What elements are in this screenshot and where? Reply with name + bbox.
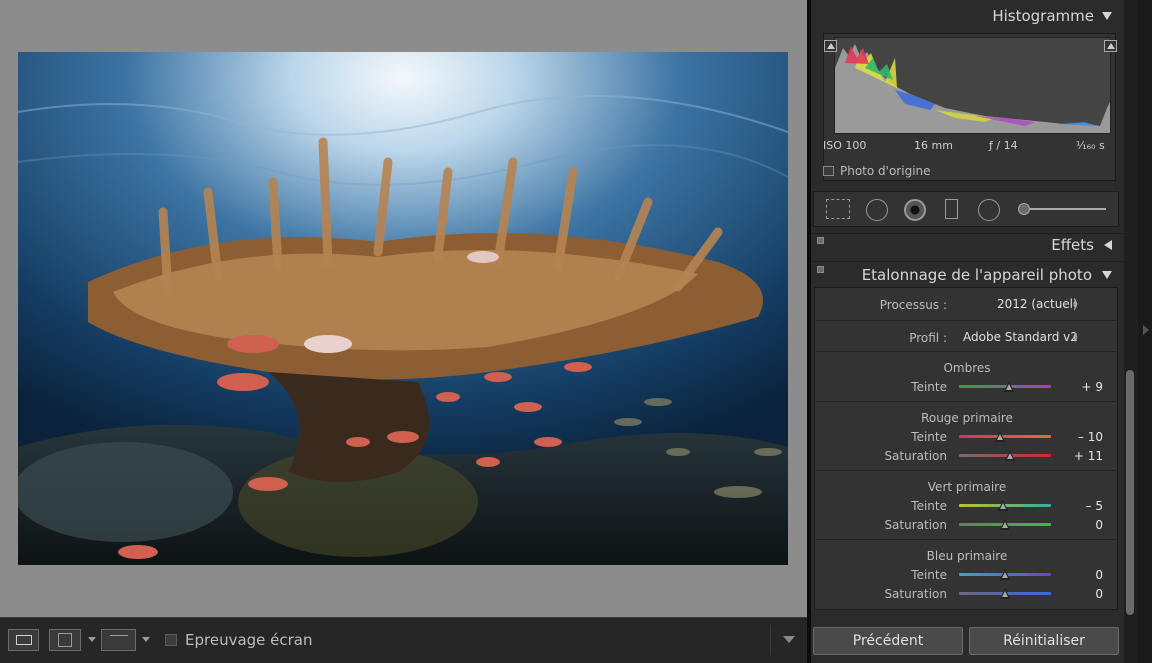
slider-label: Teinte xyxy=(911,499,947,513)
main-photo[interactable] xyxy=(18,52,788,565)
calibration-title: Etalonnage de l'appareil photo xyxy=(861,266,1092,284)
red-primary-group-title: Rouge primaire xyxy=(921,411,1013,425)
process-label: Processus : xyxy=(879,298,947,312)
calibration-header[interactable]: Etalonnage de l'appareil photo xyxy=(811,261,1124,287)
slider-thumb[interactable] xyxy=(1000,588,1010,599)
brush-size-slider[interactable] xyxy=(1030,208,1106,210)
profile-label: Profil : xyxy=(909,331,947,345)
shadows-tint-value[interactable]: + 9 xyxy=(1063,380,1103,394)
photo-viewer xyxy=(0,0,807,617)
slider-thumb[interactable] xyxy=(995,431,1006,442)
crop-overlay-icon[interactable] xyxy=(826,199,850,219)
original-photo-label: Photo d'origine xyxy=(840,164,931,178)
radial-filter-icon[interactable] xyxy=(978,199,1000,221)
slider-thumb[interactable] xyxy=(997,500,1008,511)
separator xyxy=(816,470,1118,471)
expand-right-panel-icon[interactable] xyxy=(1143,325,1149,335)
exif-iso: ISO 100 xyxy=(823,139,867,152)
graduated-filter-icon[interactable] xyxy=(945,199,958,219)
histogram-graph[interactable] xyxy=(834,37,1111,134)
profile-select[interactable]: Adobe Standard v2 xyxy=(963,330,1078,344)
lightroom-develop-window: Epreuvage écran Histogramme ISO 100 16 m… xyxy=(0,0,1152,663)
histogram-title: Histogramme xyxy=(992,7,1094,25)
slider-thumb[interactable] xyxy=(1000,569,1010,580)
separator xyxy=(816,539,1118,540)
softproof-checkbox[interactable] xyxy=(165,634,177,646)
spot-removal-icon[interactable] xyxy=(866,199,888,221)
blue-saturation-value[interactable]: 0 xyxy=(1063,587,1103,601)
slider-thumb[interactable] xyxy=(1000,519,1010,530)
slider-label: Saturation xyxy=(884,449,947,463)
stepper-icon: ▴ ▾ xyxy=(1073,297,1078,312)
process-select[interactable]: 2012 (actuel) xyxy=(997,297,1078,311)
red-eye-icon[interactable] xyxy=(904,199,926,221)
photo-image xyxy=(18,52,788,565)
red-saturation-value[interactable]: + 11 xyxy=(1063,449,1103,463)
collapse-triangle-icon xyxy=(1102,12,1112,20)
separator xyxy=(816,401,1118,402)
before-after-button[interactable] xyxy=(49,629,81,651)
loupe-view-button[interactable] xyxy=(8,629,39,651)
highlight-clipping-indicator[interactable] xyxy=(1104,40,1117,52)
stepper-icon: ▴ ▾ xyxy=(1073,330,1078,345)
exif-aperture: ƒ / 14 xyxy=(989,139,1018,152)
toolbar-options-button[interactable] xyxy=(770,625,807,655)
expand-triangle-icon xyxy=(1104,240,1112,250)
previous-button[interactable]: Précédent xyxy=(813,627,963,655)
green-primary-group-title: Vert primaire xyxy=(927,480,1007,494)
effects-header[interactable]: Effets xyxy=(811,233,1124,255)
slider-label: Teinte xyxy=(911,430,947,444)
effects-title: Effets xyxy=(1051,236,1094,254)
slider-thumb[interactable] xyxy=(1005,450,1016,461)
slider-label: Saturation xyxy=(884,587,947,601)
loupe-icon xyxy=(16,635,32,645)
collapse-triangle-icon xyxy=(1102,271,1112,279)
green-saturation-value[interactable]: 0 xyxy=(1063,518,1103,532)
shadow-clipping-indicator[interactable] xyxy=(824,40,837,52)
reset-button[interactable]: Réinitialiser xyxy=(969,627,1119,655)
separator xyxy=(816,351,1118,352)
green-hue-value[interactable]: – 5 xyxy=(1063,499,1103,513)
slider-thumb[interactable] xyxy=(1004,381,1015,392)
slider-label: Saturation xyxy=(884,518,947,532)
swap-view-button[interactable] xyxy=(101,629,136,651)
panel-scrollbar-thumb[interactable] xyxy=(1126,370,1134,615)
slider-label: Teinte xyxy=(911,380,947,394)
calibration-panel: Processus : 2012 (actuel) ▴ ▾ Profil : Ad… xyxy=(814,287,1118,610)
histogram-panel xyxy=(823,33,1117,181)
separator xyxy=(816,320,1118,321)
swap-icon xyxy=(110,635,128,645)
softproof-label: Epreuvage écran xyxy=(185,631,313,649)
histogram-header[interactable]: Histogramme xyxy=(811,3,1124,29)
before-after-menu-caret[interactable] xyxy=(88,637,96,642)
slider-label: Teinte xyxy=(911,568,947,582)
before-after-icon xyxy=(58,633,72,647)
blue-primary-group-title: Bleu primaire xyxy=(926,549,1008,563)
shadows-group-title: Ombres xyxy=(943,361,991,375)
exif-shutter: ¹⁄₁₆₀ s xyxy=(1076,139,1105,152)
original-photo-checkbox[interactable] xyxy=(823,166,834,176)
adjustment-brush-icon[interactable] xyxy=(1018,203,1030,215)
chevron-down-icon xyxy=(783,636,795,643)
red-hue-value[interactable]: – 10 xyxy=(1063,430,1103,444)
histogram-curve xyxy=(835,44,1110,133)
blue-hue-value[interactable]: 0 xyxy=(1063,568,1103,582)
tool-strip xyxy=(813,191,1119,227)
exif-focal: 16 mm xyxy=(914,139,953,152)
swap-menu-caret[interactable] xyxy=(142,637,150,642)
